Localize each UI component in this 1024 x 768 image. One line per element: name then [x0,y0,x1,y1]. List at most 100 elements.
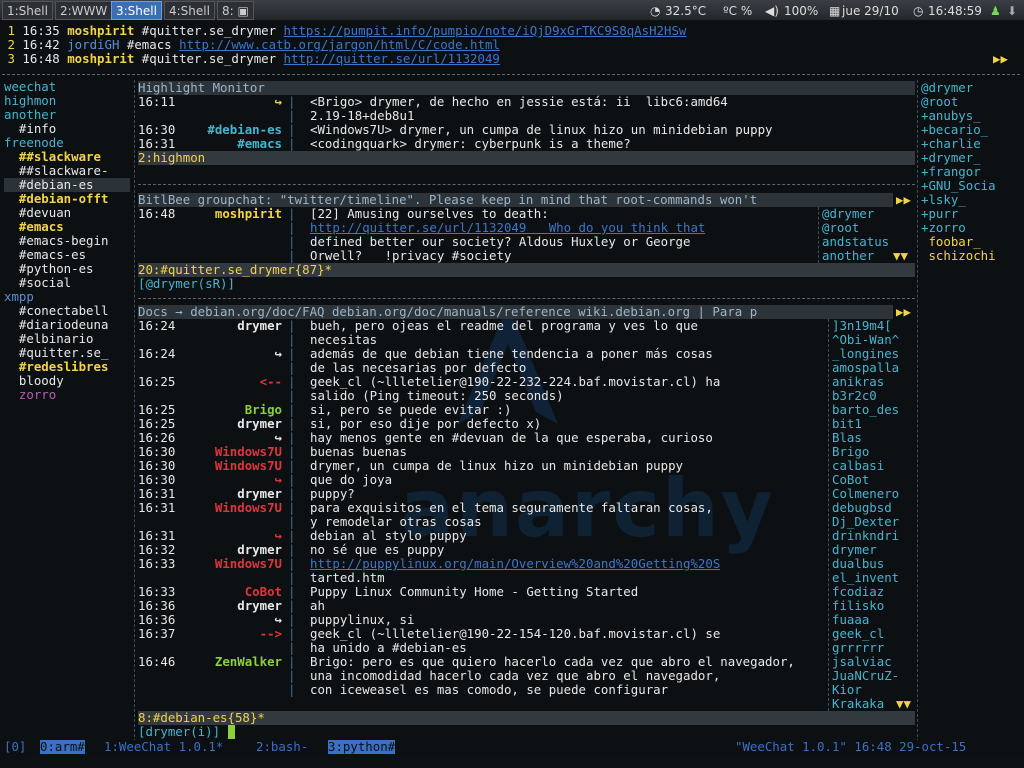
nick-item[interactable]: anikras [832,375,915,389]
tmux-window-0[interactable]: 0:arm# [40,740,85,754]
nick-item[interactable]: +drymer_ [921,151,1021,165]
nick[interactable]: #emacs [138,137,282,151]
message[interactable]: http://puppylinux.org/main/Overview%20an… [310,557,720,571]
buffer-item[interactable]: ##slackware [4,150,130,164]
nick[interactable] [138,221,282,235]
buffer-item[interactable]: #quitter.se_ [4,346,130,360]
buffer-item[interactable]: another [4,108,130,122]
buffer-item[interactable]: bloody [4,374,130,388]
nick[interactable]: Windows7U [138,557,282,571]
nick-item[interactable]: +GNU_Socia [921,179,1021,193]
nick[interactable] [138,571,282,585]
buffer-item[interactable]: #emacs [4,220,130,234]
nick[interactable]: drymer [138,319,282,333]
nick-item[interactable]: drinkndri [832,529,915,543]
buffer-item[interactable]: weechat [4,80,130,94]
buffer-item[interactable]: #python-es [4,262,130,276]
nick-item[interactable]: fuaaa [832,613,915,627]
nick[interactable] [138,683,282,697]
workspace-3[interactable]: 3:Shell [111,1,162,20]
buffer-item[interactable]: #debian-offt [4,192,130,206]
nick-item[interactable]: +anubys_ [921,109,1021,123]
nick[interactable] [138,333,282,347]
buffer-item[interactable]: ##slackware- [4,164,130,178]
nick[interactable]: drymer [138,487,282,501]
nick-item[interactable]: fcodiaz [832,585,915,599]
nick-item[interactable]: CoBot [832,473,915,487]
nick[interactable] [138,249,282,263]
nick-item[interactable]: +purr [921,207,1021,221]
nick[interactable] [138,361,282,375]
nick-item[interactable]: b3r2c0 [832,389,915,403]
nick[interactable] [138,641,282,655]
nick-item[interactable]: Colmenero [832,487,915,501]
nick-item[interactable]: calbasi [832,459,915,473]
buffer-item[interactable]: #redeslibres [4,360,130,374]
ghost-icon[interactable]: ♟ [990,3,1001,19]
nick[interactable]: Windows7U [138,445,282,459]
buffer-item[interactable]: #conectabell [4,304,130,318]
nick-item[interactable]: jsalviac [832,655,915,669]
nick[interactable]: ↪ [138,347,282,361]
buffer-item[interactable]: #debian-es [4,178,130,192]
nick[interactable]: drymer [138,599,282,613]
nick-item[interactable]: ^Obi-Wan^ [832,333,915,347]
nick-item[interactable]: Blas [832,431,915,445]
nick-item[interactable]: debugbsd [832,501,915,515]
nick[interactable]: ↪ [138,529,282,543]
nick-item[interactable]: schizochi [921,249,1021,263]
workspace-1[interactable]: 1:Shell [2,1,53,20]
buffer-item[interactable]: #emacs-begin [4,234,130,248]
tmux-session[interactable]: [0] [4,740,26,754]
nick[interactable]: <-- [138,375,282,389]
nick-item[interactable]: +becario_ [921,123,1021,137]
nick-item[interactable]: +frangor [921,165,1021,179]
nick-item[interactable]: Brigo [832,445,915,459]
nick-item[interactable]: dualbus [832,557,915,571]
nick-item[interactable]: +zorro [921,221,1021,235]
nick[interactable]: ZenWalker [138,655,282,669]
nick[interactable] [138,389,282,403]
nick-item[interactable]: amospalla [832,361,915,375]
nick[interactable] [138,235,282,249]
nick-item[interactable]: el_invent [832,571,915,585]
tmux-window-1[interactable]: 1:WeeChat 1.0.1* [104,740,223,754]
buffer-item[interactable]: #elbinario [4,332,130,346]
nick-item[interactable]: +lsky_ [921,193,1021,207]
nick[interactable]: Windows7U [138,501,282,515]
buffer-item[interactable]: #diariodeuna [4,318,130,332]
nick[interactable]: drymer [138,543,282,557]
nick[interactable] [138,109,282,123]
debian-input[interactable]: [drymer(i)] _ [138,725,915,739]
link[interactable]: http://www.catb.org/jargon/html/C/code.h… [179,37,500,52]
nick[interactable]: ↪ [138,473,282,487]
nick-item[interactable]: _longines [832,347,915,361]
nick-item[interactable]: andstatus [822,235,915,249]
buffer-item[interactable]: highmon [4,94,130,108]
nick-item[interactable]: filisko [832,599,915,613]
nick-item[interactable]: geek_cl [832,627,915,641]
message[interactable]: http://quitter.se/url/1132049 Who do you… [310,221,705,235]
buffer-item[interactable]: #devuan [4,206,130,220]
nick-item[interactable]: Dj_Dexter [832,515,915,529]
buffer-item[interactable]: zorro [4,388,130,402]
volume-icon[interactable]: ◀) [765,3,779,19]
nick[interactable] [138,669,282,683]
nick-item[interactable]: foobar_ [921,235,1021,249]
buffer-item[interactable]: #emacs-es [4,248,130,262]
nick-item[interactable]: @root [921,95,1021,109]
nick-item[interactable]: @drymer [921,81,1021,95]
workspace-2[interactable]: 2:WWW [55,1,113,20]
buffer-item[interactable]: xmpp [4,290,130,304]
buffer-item[interactable]: #social [4,276,130,290]
nick-item[interactable]: Kior [832,683,915,697]
nick-item[interactable]: grrrrrr [832,641,915,655]
nick-item[interactable]: ]3n19m4[ [832,319,915,333]
nick-item[interactable]: drymer [832,543,915,557]
nick-item[interactable]: @drymer [822,207,915,221]
nick[interactable]: ↪ [138,613,282,627]
nick-item[interactable]: barto_des [832,403,915,417]
link[interactable]: http://quitter.se/url/1132049 [284,51,500,66]
nick[interactable]: moshpirit [138,207,282,221]
download-icon[interactable]: ⬇ [1007,3,1017,19]
